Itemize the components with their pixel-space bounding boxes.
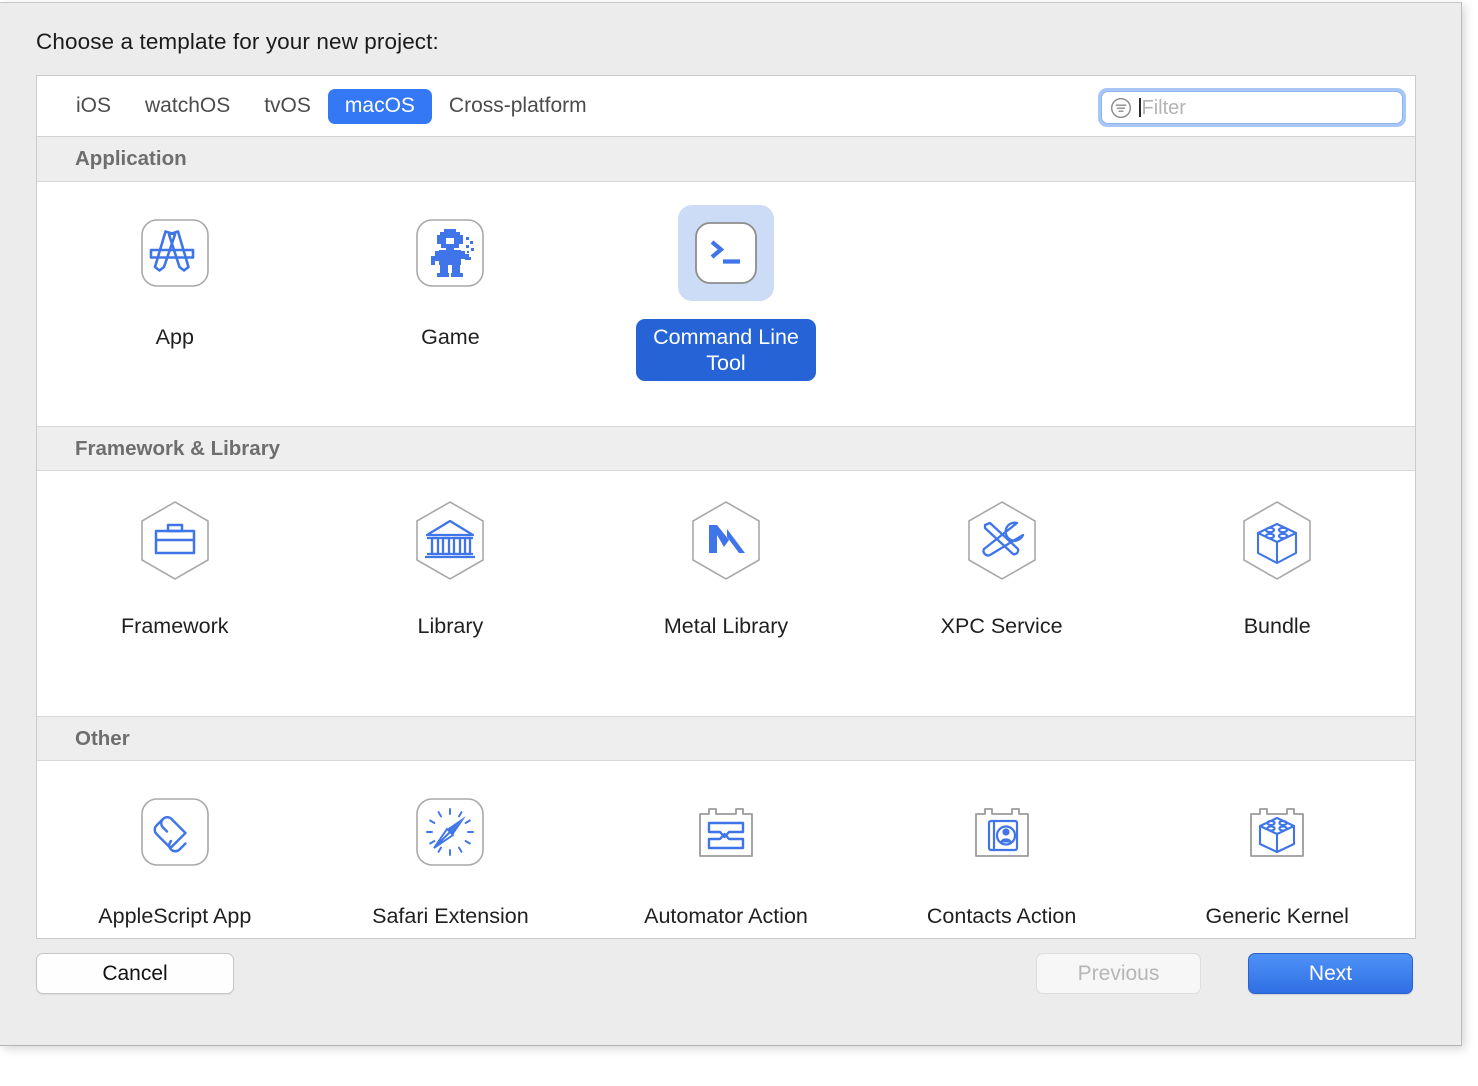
icon-pad-selected [678, 205, 774, 301]
template-label: Command Line Tool [636, 319, 816, 381]
section-header-other: Other [37, 716, 1415, 761]
template-grid-other: AppleScript App [37, 761, 1415, 938]
platform-tabs: iOS watchOS tvOS macOS Cross-platform [59, 76, 604, 137]
safari-compass-icon [406, 788, 494, 876]
tab-watchos[interactable]: watchOS [128, 89, 247, 124]
tab-tvos[interactable]: tvOS [247, 89, 328, 124]
page-title: Choose a template for your new project: [36, 29, 439, 55]
template-item-metal-library[interactable]: Metal Library [588, 471, 864, 716]
icon-pad [402, 205, 498, 301]
new-project-template-dialog: Choose a template for your new project: … [0, 2, 1462, 1046]
template-label: Safari Extension [355, 898, 546, 934]
icon-pad [954, 494, 1050, 590]
icon-pad [127, 784, 223, 880]
metal-m-hex-icon [679, 495, 773, 589]
template-label: Game [404, 319, 497, 355]
filter-input[interactable]: Filter [1101, 91, 1403, 124]
text-caret [1139, 98, 1141, 117]
template-label: Contacts Action [910, 898, 1093, 934]
game-robot-icon [406, 209, 494, 297]
template-item-bundle[interactable]: Bundle [1139, 471, 1415, 716]
template-item-automator-action[interactable]: Automator Action [588, 761, 864, 938]
icon-pad [402, 784, 498, 880]
template-label: Generic Kernel [1188, 898, 1365, 934]
automator-plugin-icon [682, 788, 770, 876]
template-item-framework[interactable]: Framework [37, 471, 313, 716]
template-label: Library [401, 608, 501, 644]
platform-tabbar: iOS watchOS tvOS macOS Cross-platform [37, 76, 1415, 137]
template-label: Bundle [1227, 608, 1328, 644]
icon-pad [678, 494, 774, 590]
template-scroll-area[interactable]: Application [37, 137, 1415, 938]
next-button[interactable]: Next [1248, 953, 1413, 994]
icon-pad [1229, 784, 1325, 880]
tab-ios[interactable]: iOS [59, 89, 128, 124]
previous-button: Previous [1036, 953, 1201, 994]
template-label: AppleScript App [81, 898, 268, 934]
template-item-app[interactable]: App [37, 182, 313, 426]
screwdriver-wrench-hex-icon [955, 495, 1049, 589]
section-header-framework-library: Framework & Library [37, 426, 1415, 471]
template-grid-empty-cell [1139, 182, 1415, 426]
template-grid-framework-library: Framework [37, 471, 1415, 716]
filter-icon [1109, 96, 1133, 120]
template-browser: iOS watchOS tvOS macOS Cross-platform [36, 75, 1416, 939]
contacts-book-plugin-icon [958, 788, 1046, 876]
icon-pad [954, 784, 1050, 880]
template-item-game[interactable]: Game [313, 182, 589, 426]
template-grid-application: App [37, 182, 1415, 426]
icon-pad [127, 205, 223, 301]
template-item-xpc-service[interactable]: XPC Service [864, 471, 1140, 716]
applescript-icon [131, 788, 219, 876]
template-label: Framework [104, 608, 246, 644]
template-label: App [139, 319, 211, 355]
template-item-safari-extension[interactable]: Safari Extension [313, 761, 589, 938]
cancel-button[interactable]: Cancel [36, 953, 234, 994]
template-item-library[interactable]: Library [313, 471, 589, 716]
template-item-command-line-tool[interactable]: Command Line Tool [588, 182, 864, 426]
template-item-applescript-app[interactable]: AppleScript App [37, 761, 313, 938]
tab-cross-platform[interactable]: Cross-platform [432, 89, 604, 124]
brick-plugin-icon [1233, 788, 1321, 876]
tab-macos[interactable]: macOS [328, 89, 432, 124]
icon-pad [127, 494, 223, 590]
icon-pad [402, 494, 498, 590]
dialog-footer: Cancel Previous Next [0, 937, 1461, 1045]
app-icon [131, 209, 219, 297]
template-label: Metal Library [647, 608, 805, 644]
template-item-generic-kernel[interactable]: Generic Kernel [1139, 761, 1415, 938]
filter-focus-ring: Filter [1098, 88, 1406, 127]
template-label: Automator Action [627, 898, 825, 934]
columns-building-hex-icon [403, 495, 497, 589]
section-header-application: Application [37, 137, 1415, 182]
terminal-prompt-icon [682, 209, 770, 297]
icon-pad [678, 784, 774, 880]
filter-placeholder: Filter [1142, 98, 1186, 118]
template-label: XPC Service [924, 608, 1080, 644]
toolbox-hex-icon [128, 495, 222, 589]
icon-pad [1229, 494, 1325, 590]
brick-hex-icon [1230, 495, 1324, 589]
template-item-contacts-action[interactable]: Contacts Action [864, 761, 1140, 938]
template-grid-empty-cell [864, 182, 1140, 426]
